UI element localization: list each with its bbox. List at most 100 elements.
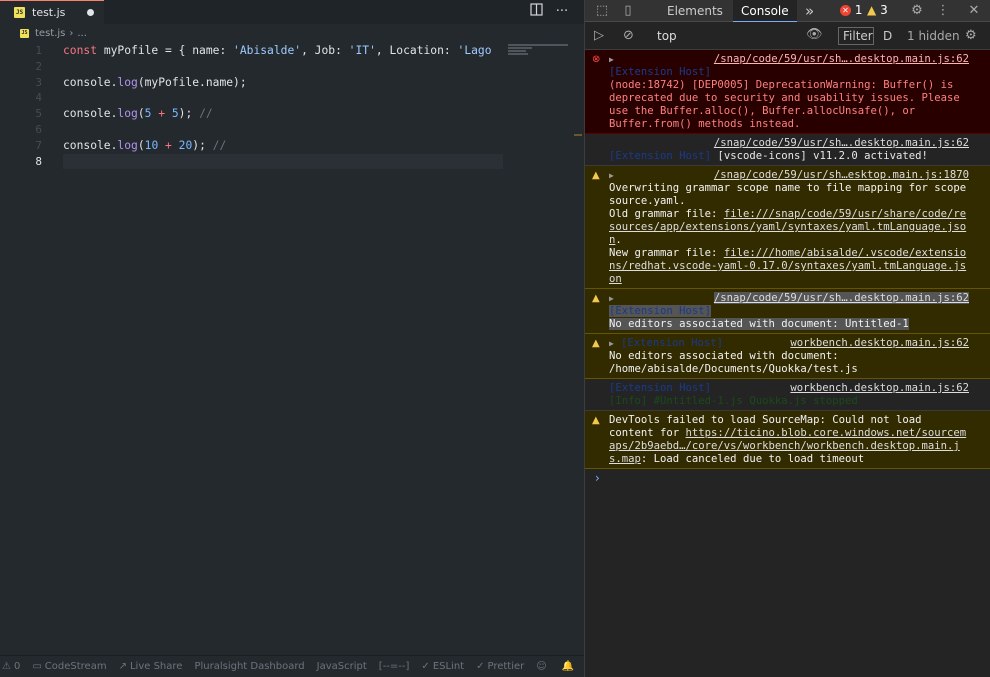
console-message-warning[interactable]: ▲ ▶ /snap/code/59/usr/sh…esktop.main.js:… bbox=[585, 166, 990, 289]
code-line-current[interactable] bbox=[63, 153, 503, 170]
line-number: 2 bbox=[35, 59, 42, 73]
console-message-log[interactable]: /snap/code/59/usr/sh….desktop.main.js:62… bbox=[585, 134, 990, 166]
message-text: : Load canceled due to load timeout bbox=[640, 453, 865, 465]
console-message-warning[interactable]: ▲ ▶ /snap/code/59/usr/sh….desktop.main.j… bbox=[585, 289, 990, 334]
code-line[interactable] bbox=[63, 122, 503, 138]
clear-console-icon[interactable]: ⊘ bbox=[623, 28, 634, 43]
minimap-line bbox=[508, 50, 526, 52]
token-text: ); bbox=[192, 138, 213, 152]
console-settings-gear-icon[interactable]: ⚙ bbox=[965, 28, 977, 43]
message-text: [vscode-icons] v11.2.0 activated! bbox=[711, 150, 928, 162]
warning-icon: ▲ bbox=[867, 3, 877, 17]
warning-icon: ▲ bbox=[592, 293, 600, 304]
eye-icon[interactable]: 👁 bbox=[806, 27, 823, 42]
message-text: No editors associated with document: Unt… bbox=[609, 318, 909, 330]
liveshare-item[interactable]: ↗ Live Share bbox=[119, 661, 183, 672]
breadcrumb: JS test.js › ... bbox=[20, 28, 87, 39]
language-mode-item[interactable]: JavaScript bbox=[317, 661, 367, 672]
console-message-error[interactable]: ⊗ ▶ /snap/code/59/usr/sh….desktop.main.j… bbox=[585, 50, 990, 134]
message-source-link[interactable]: /snap/code/59/usr/sh….desktop.main.js:62 bbox=[609, 292, 969, 305]
warning-icon: ⚠ bbox=[2, 661, 11, 672]
minimap-line bbox=[508, 44, 568, 46]
more-tabs-icon[interactable]: » bbox=[805, 0, 814, 22]
split-editor-icon[interactable] bbox=[527, 3, 545, 21]
message-label: Old grammar file: bbox=[609, 208, 724, 220]
expand-triangle-icon[interactable]: ▶ bbox=[609, 337, 614, 350]
eslint-item[interactable]: ✓ ESLint bbox=[421, 661, 464, 672]
expand-triangle-icon[interactable]: ▶ bbox=[609, 169, 614, 182]
eslint-label: ESLint bbox=[432, 661, 465, 672]
quokka-item[interactable]: [--=--] bbox=[379, 661, 410, 672]
extension-host-tag: [Extension Host] bbox=[609, 150, 712, 162]
token-text: , Job: bbox=[301, 44, 349, 57]
message-source-link[interactable]: /snap/code/59/usr/sh…esktop.main.js:1870 bbox=[609, 169, 969, 182]
code-line[interactable]: const myPofile = { name: 'Abisalde', Job… bbox=[63, 43, 503, 59]
token-number: 10 bbox=[144, 138, 159, 152]
sidebar-toggle-icon[interactable]: ▷ bbox=[594, 28, 604, 43]
expand-triangle-icon[interactable]: ▶ bbox=[609, 292, 614, 305]
token-number: 5 bbox=[171, 107, 179, 121]
token-string: 'Abisalde' bbox=[233, 44, 302, 57]
tab-label: test.js bbox=[32, 6, 66, 19]
notifications-item[interactable]: 🔔 bbox=[562, 661, 577, 672]
breadcrumb-symbol[interactable]: ... bbox=[77, 28, 87, 39]
token-text: , Location: bbox=[375, 44, 458, 57]
token-function: log bbox=[117, 75, 138, 89]
code-line[interactable] bbox=[63, 59, 503, 75]
line-number: 5 bbox=[35, 107, 42, 121]
filter-input[interactable]: Filter bbox=[838, 27, 874, 45]
console-message-log[interactable]: [Extension Host] workbench.desktop.main.… bbox=[585, 379, 990, 411]
extension-host-tag: [Extension Host] bbox=[609, 305, 712, 317]
context-select[interactable]: top bbox=[657, 29, 677, 43]
prettier-item[interactable]: ✓ Prettier bbox=[476, 661, 524, 672]
scrollbar-marker bbox=[574, 134, 582, 136]
share-icon: ↗ bbox=[118, 661, 127, 672]
message-source-link[interactable]: /snap/code/59/usr/sh….desktop.main.js:62 bbox=[609, 53, 969, 66]
dock-menu-icon[interactable]: ⋮ bbox=[934, 2, 952, 20]
error-count-badge[interactable]: ✕ 1 bbox=[840, 3, 862, 17]
token-text: ); bbox=[178, 107, 200, 121]
close-icon[interactable]: ✕ bbox=[965, 2, 983, 20]
code-text-area[interactable]: const myPofile = { name: 'Abisalde', Job… bbox=[63, 43, 503, 170]
warning-count-badge[interactable]: ▲ 3 bbox=[867, 3, 888, 17]
bell-icon: 🔔 bbox=[561, 661, 575, 672]
console-message-warning[interactable]: ▲ DevTools failed to load SourceMap: Cou… bbox=[585, 411, 990, 469]
extension-host-tag: [Extension Host] bbox=[609, 66, 712, 78]
console-prompt-row[interactable]: › bbox=[585, 469, 990, 489]
code-line[interactable] bbox=[63, 90, 503, 106]
hidden-count[interactable]: 1 hidden bbox=[907, 29, 960, 43]
line-number: 4 bbox=[35, 91, 42, 105]
codestream-label: CodeStream bbox=[44, 661, 107, 672]
more-actions-icon[interactable]: ··· bbox=[553, 3, 571, 21]
device-toolbar-icon[interactable]: ▯ bbox=[619, 2, 637, 20]
editor-tab-test-js[interactable]: JS test.js bbox=[0, 0, 104, 24]
code-line[interactable]: console.log(5 + 5); // bbox=[63, 106, 503, 122]
expand-triangle-icon[interactable]: ▶ bbox=[609, 53, 614, 66]
token-object: console. bbox=[63, 138, 118, 152]
code-line[interactable]: console.log(10 + 20); // bbox=[63, 138, 503, 154]
settings-gear-icon[interactable]: ⚙ bbox=[908, 2, 926, 20]
warning-icon: ▲ bbox=[592, 338, 600, 349]
console-prompt-icon: › bbox=[595, 471, 600, 485]
status-bar: ⚠ 0 ▭ CodeStream ↗ Live Share Pluralsight D… bbox=[0, 655, 584, 677]
minimap[interactable] bbox=[508, 43, 574, 63]
breadcrumb-file[interactable]: test.js bbox=[35, 28, 65, 39]
warning-icon: ▲ bbox=[592, 170, 600, 181]
feedback-item[interactable]: ☺ bbox=[536, 661, 549, 672]
pluralsight-item[interactable]: Pluralsight Dashboard bbox=[194, 661, 304, 672]
filter-input-overflow[interactable]: D bbox=[883, 29, 892, 43]
tab-elements[interactable]: Elements bbox=[667, 0, 723, 22]
token-keyword: const bbox=[63, 44, 98, 57]
token-text: ( bbox=[137, 138, 145, 152]
unsaved-dot-icon[interactable] bbox=[87, 9, 94, 16]
tab-console[interactable]: Console bbox=[733, 0, 797, 23]
message-source-link[interactable]: /snap/code/59/usr/sh….desktop.main.js:62 bbox=[609, 137, 969, 150]
token-function: log bbox=[117, 138, 138, 152]
codestream-item[interactable]: ▭ CodeStream bbox=[32, 661, 106, 672]
pluralsight-label: Pluralsight Dashboard bbox=[194, 661, 305, 672]
problems-indicator[interactable]: ⚠ 0 bbox=[2, 661, 20, 672]
token-function: log bbox=[117, 107, 138, 121]
code-line[interactable]: console.log(myPofile.name); bbox=[63, 75, 503, 91]
inspect-element-icon[interactable]: ⬚ bbox=[593, 2, 611, 20]
console-message-warning[interactable]: ▲ ▶ [Extension Host] workbench.desktop.m… bbox=[585, 334, 990, 379]
